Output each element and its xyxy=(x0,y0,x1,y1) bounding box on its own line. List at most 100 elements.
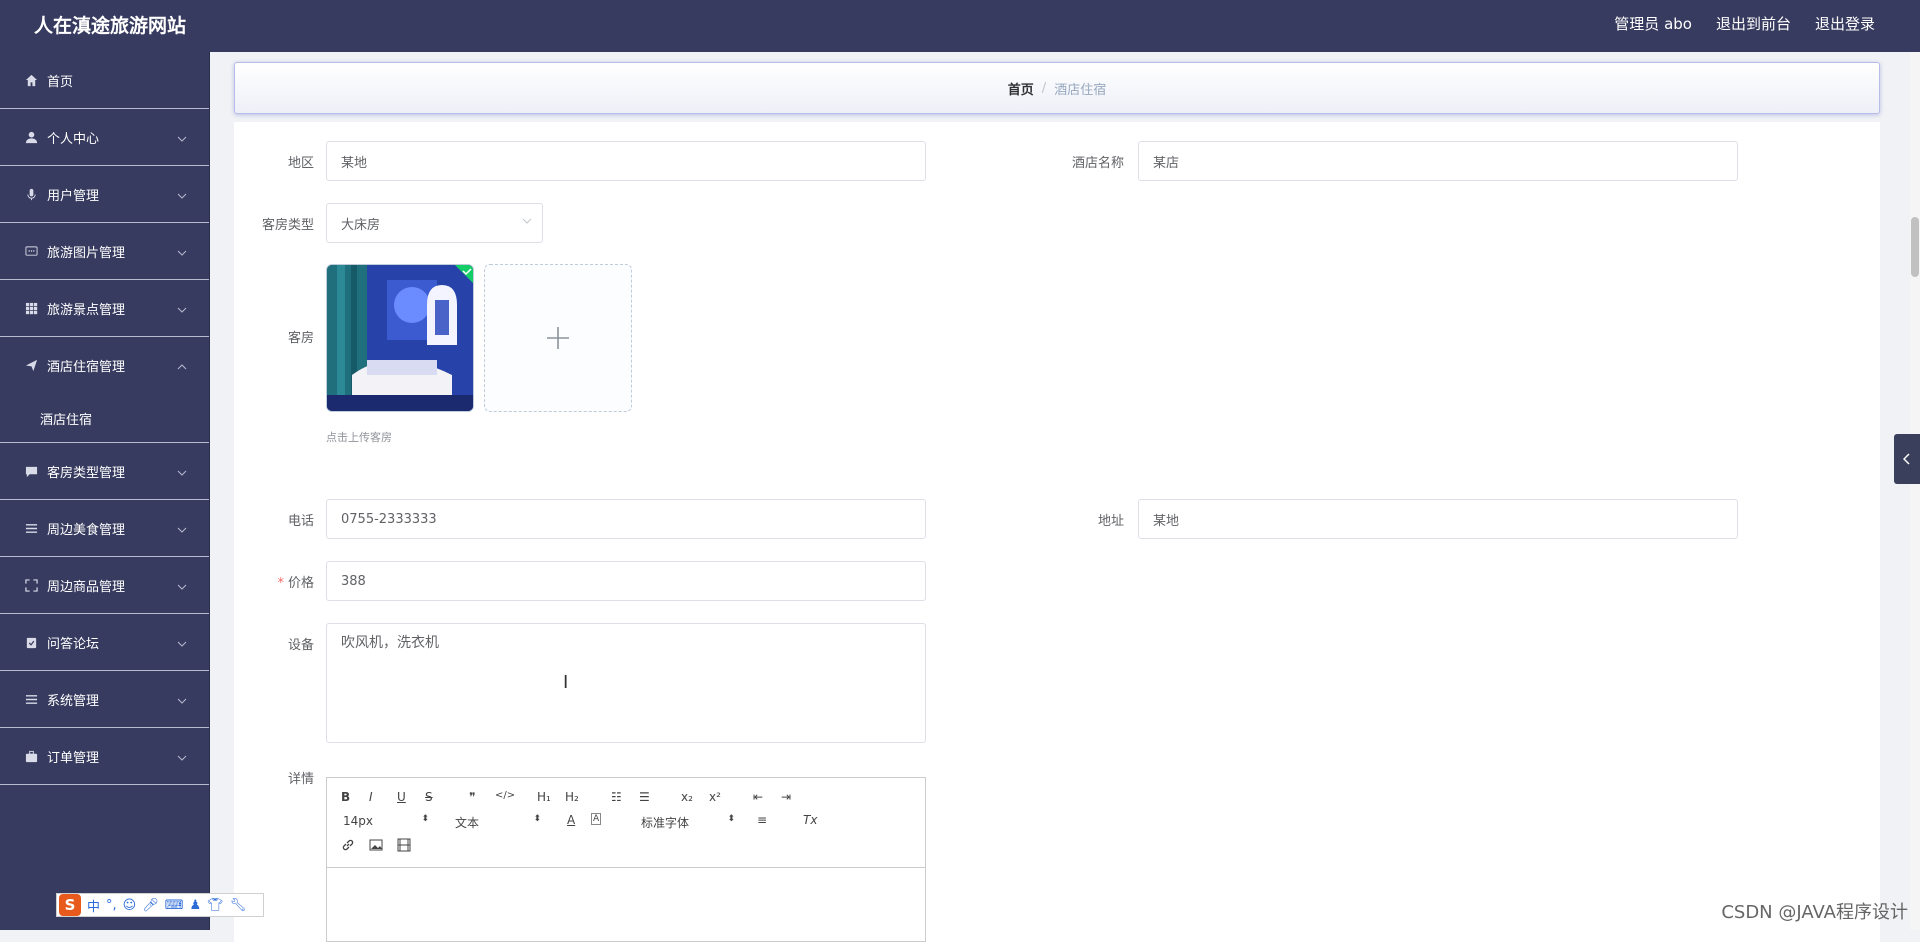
sidebar-item-label: 酒店住宿管理 xyxy=(47,360,126,375)
room-type-label: 客房类型 xyxy=(261,218,314,233)
code-block-button[interactable]: </> xyxy=(495,790,515,801)
price-label-text: 价格 xyxy=(287,576,314,591)
phone-label: 电话 xyxy=(287,514,314,529)
chevron-down-icon xyxy=(177,188,187,203)
room-type-select[interactable]: 大床房 xyxy=(326,203,543,243)
font-family-select[interactable]: 标准字体 ⬍ xyxy=(641,814,735,831)
sidebar-item-food[interactable]: 周边美食管理 xyxy=(0,500,209,557)
italic-button[interactable]: I xyxy=(369,790,373,804)
home-icon xyxy=(24,73,38,87)
superscript-button[interactable]: x² xyxy=(709,790,721,804)
logout-link[interactable]: 退出登录 xyxy=(1815,13,1875,34)
indent-button[interactable]: ⇥ xyxy=(781,790,791,804)
font-color-button[interactable]: A xyxy=(567,813,575,827)
video-icon[interactable] xyxy=(397,838,411,855)
send-icon xyxy=(24,359,38,373)
price-label: * 价格 xyxy=(234,572,314,591)
blockquote-button[interactable]: ❞ xyxy=(469,790,475,804)
clean-format-button[interactable]: Tx xyxy=(803,813,817,827)
rich-text-editor[interactable]: B I U S ❞ </> H₁ H₂ ☷ ☰ x₂ x² ⇤ ⇥ 14px ⬍ … xyxy=(326,777,926,942)
chevron-up-icon xyxy=(177,359,187,374)
facilities-textarea[interactable]: 吹风机，洗衣机 xyxy=(326,623,926,743)
microphone-icon[interactable]: 🎤︎ xyxy=(142,898,159,913)
keyboard-icon[interactable]: ⌨ xyxy=(165,898,184,913)
sidebar-item-room-types[interactable]: 客房类型管理 xyxy=(0,443,209,500)
sidebar-item-user-management[interactable]: 用户管理 xyxy=(0,166,209,223)
chevron-down-icon xyxy=(177,579,187,594)
room-type-value: 大床房 xyxy=(341,217,381,233)
address-label: 地址 xyxy=(1097,514,1124,529)
sidebar-item-label: 旅游景点管理 xyxy=(47,302,126,318)
user-icon[interactable]: ♟ xyxy=(190,898,202,913)
address-input[interactable]: 某地 xyxy=(1138,499,1738,539)
underline-button[interactable]: U xyxy=(397,790,406,804)
add-room-image-button[interactable] xyxy=(484,264,632,412)
outdent-button[interactable]: ⇤ xyxy=(753,790,763,804)
bold-button[interactable]: B xyxy=(341,790,350,804)
sidebar-item-travel-images[interactable]: 旅游图片管理 xyxy=(0,223,209,280)
region-input[interactable]: 某地 xyxy=(326,141,926,181)
checklist-icon xyxy=(24,635,38,649)
submenu-item-hotel[interactable]: 酒店住宿 xyxy=(0,394,209,443)
facilities-label: 设备 xyxy=(287,638,314,653)
chevron-down-icon xyxy=(522,215,532,229)
breadcrumb-current: 酒店住宿 xyxy=(1054,82,1107,98)
ime-language-toggle[interactable]: 中 xyxy=(87,896,100,915)
background-color-button[interactable]: A xyxy=(591,813,602,825)
sidebar: 首页 个人中心 用户管理 旅游图片管理 旅游景点管理 酒店住宿管理 酒店住宿 客… xyxy=(0,52,210,930)
font-size-select[interactable]: 14px ⬍ xyxy=(343,814,429,828)
sidebar-item-label: 用户管理 xyxy=(47,188,100,204)
chevron-down-icon xyxy=(177,636,187,651)
sidebar-item-orders[interactable]: 订单管理 xyxy=(0,728,209,785)
phone-input[interactable]: 0755-2333333 xyxy=(326,499,926,539)
image-icon[interactable] xyxy=(369,838,383,855)
chevron-down-icon xyxy=(177,750,187,765)
briefcase-icon xyxy=(24,749,38,763)
sidebar-item-scenic-spots[interactable]: 旅游景点管理 xyxy=(0,280,209,337)
h2-button[interactable]: H₂ xyxy=(565,790,579,804)
text-cursor-icon: I xyxy=(563,672,569,693)
link-icon[interactable] xyxy=(341,838,355,855)
align-button[interactable]: ≡ xyxy=(757,813,767,827)
top-links: 管理员 abo 退出到前台 退出登录 xyxy=(1614,13,1875,34)
header-value: 文本 xyxy=(455,816,480,830)
sidebar-item-forum[interactable]: 问答论坛 xyxy=(0,614,209,671)
sidebar-item-personal-center[interactable]: 个人中心 xyxy=(0,109,209,166)
strike-button[interactable]: S xyxy=(425,790,433,804)
ordered-list-button[interactable]: ☷ xyxy=(611,790,622,804)
sidebar-item-label: 旅游图片管理 xyxy=(47,245,126,261)
font-family-value: 标准字体 xyxy=(641,816,690,830)
chevron-down-icon xyxy=(177,302,187,317)
hotel-name-input[interactable]: 某店 xyxy=(1138,141,1738,181)
h1-button[interactable]: H₁ xyxy=(537,790,551,804)
collapse-panel-button[interactable] xyxy=(1894,434,1920,484)
subscript-button[interactable]: x₂ xyxy=(681,790,693,804)
sidebar-item-label: 订单管理 xyxy=(47,750,100,766)
wrench-icon[interactable]: 🔧︎ xyxy=(230,898,247,913)
sidebar-item-label: 首页 xyxy=(47,74,74,90)
scrollbar-thumb[interactable] xyxy=(1911,217,1919,277)
main-content: 首页 / 酒店住宿 地区 某地 酒店名称 某店 客房类型 大床房 客房 点击上传… xyxy=(210,52,1910,942)
sidebar-item-home[interactable]: 首页 xyxy=(0,52,209,109)
chat-icon xyxy=(24,244,38,258)
header-select[interactable]: 文本 ⬍ xyxy=(455,814,541,831)
exit-to-front-link[interactable]: 退出到前台 xyxy=(1716,13,1791,34)
chevron-down-icon xyxy=(177,131,187,146)
price-input[interactable]: 388 xyxy=(326,561,926,601)
ime-punctuation-toggle[interactable]: °, xyxy=(106,898,117,913)
bullet-list-button[interactable]: ☰ xyxy=(639,790,650,804)
sidebar-item-label: 客房类型管理 xyxy=(47,465,126,481)
sidebar-item-label: 周边美食管理 xyxy=(47,522,126,538)
chevron-down-icon xyxy=(177,465,187,480)
microphone-icon xyxy=(24,187,38,201)
page-scrollbar[interactable] xyxy=(1910,52,1920,930)
sidebar-item-hotel-management[interactable]: 酒店住宿管理 xyxy=(0,337,209,394)
emoji-icon[interactable]: ☺ xyxy=(123,898,137,913)
sidebar-item-goods[interactable]: 周边商品管理 xyxy=(0,557,209,614)
updown-icon: ⬍ xyxy=(727,814,735,824)
sidebar-item-system[interactable]: 系统管理 xyxy=(0,671,209,728)
chevron-down-icon xyxy=(177,693,187,708)
room-image-thumbnail[interactable] xyxy=(326,264,474,412)
skin-icon[interactable]: 👕︎ xyxy=(207,898,224,913)
breadcrumb-home[interactable]: 首页 xyxy=(1008,79,1034,98)
